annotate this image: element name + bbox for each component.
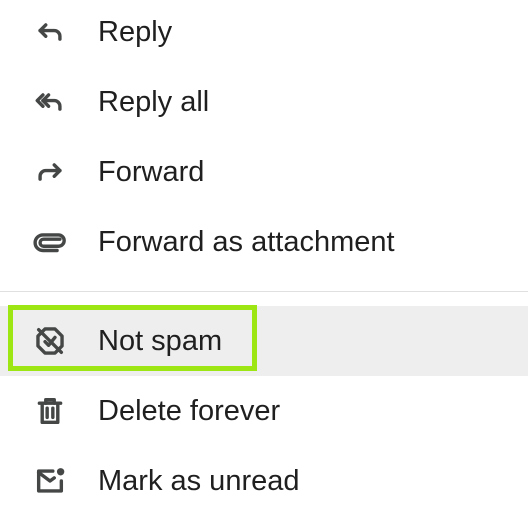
menu-item-delete-forever[interactable]: Delete forever — [0, 376, 528, 446]
menu-item-forward[interactable]: Forward — [0, 137, 528, 207]
not-spam-icon — [30, 321, 70, 361]
reply-all-icon — [30, 82, 70, 122]
menu-item-forward-as-attachment[interactable]: Forward as attachment — [0, 207, 528, 277]
menu-item-reply[interactable]: Reply — [0, 0, 528, 67]
trash-icon — [30, 391, 70, 431]
menu-item-label: Mark as unread — [98, 465, 300, 497]
menu-item-mark-as-unread[interactable]: Mark as unread — [0, 446, 528, 512]
menu-item-label: Forward — [98, 156, 205, 188]
menu-item-label: Delete forever — [98, 395, 281, 427]
menu-item-reply-all[interactable]: Reply all — [0, 67, 528, 137]
menu-item-label: Reply all — [98, 86, 210, 118]
menu-item-label: Forward as attachment — [98, 226, 395, 258]
forward-icon — [30, 152, 70, 192]
menu-divider — [0, 291, 528, 292]
message-actions-menu: Reply Reply all Forward Forward as attac… — [0, 0, 528, 512]
mark-unread-icon — [30, 461, 70, 501]
reply-icon — [30, 12, 70, 52]
menu-item-label: Reply — [98, 16, 173, 48]
attachment-icon — [30, 222, 70, 262]
menu-item-label: Not spam — [98, 325, 223, 357]
menu-item-not-spam[interactable]: Not spam — [0, 306, 528, 376]
